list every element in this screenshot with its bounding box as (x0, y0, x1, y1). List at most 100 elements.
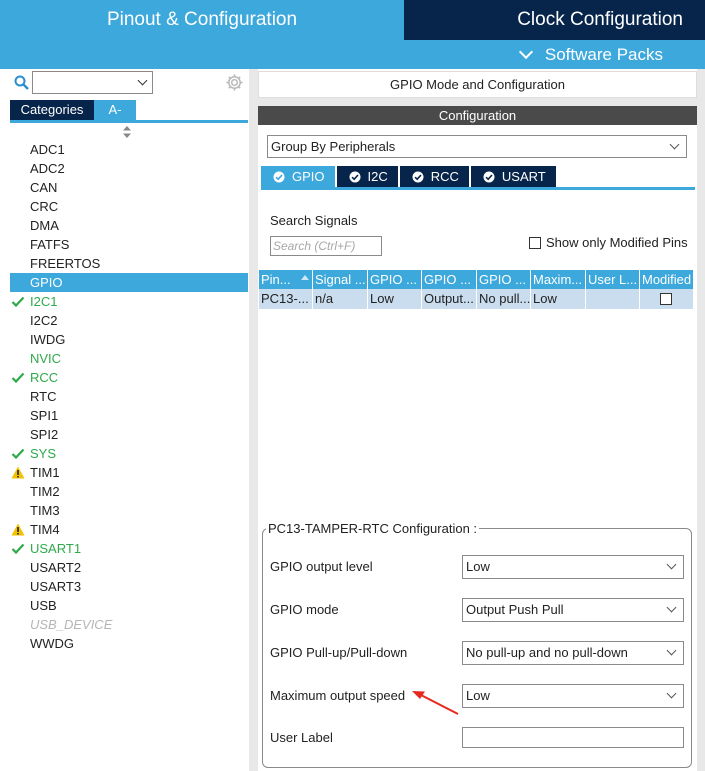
peripheral-item-i2c2[interactable]: I2C2 (10, 311, 248, 330)
sort-icon[interactable] (123, 126, 131, 138)
group-by-select[interactable]: Group By Peripherals (267, 135, 687, 158)
peripheral-item-usb-device: USB_DEVICE (10, 615, 248, 634)
peripheral-item-adc2[interactable]: ADC2 (10, 159, 248, 178)
mode-config-header: GPIO Mode and Configuration (258, 71, 697, 98)
peripheral-item-i2c1[interactable]: I2C1 (10, 292, 248, 311)
tab-pinout-configuration[interactable]: Pinout & Configuration (0, 0, 404, 40)
tab-clock-configuration[interactable]: Clock Configuration (404, 0, 705, 40)
software-packs-menu[interactable]: Software Packs (518, 40, 663, 69)
peripheral-item-tim3[interactable]: TIM3 (10, 501, 248, 520)
tab-pinout-label: Pinout & Configuration (106, 9, 298, 30)
search-icon[interactable] (14, 75, 29, 90)
peripheral-item-tim2[interactable]: TIM2 (10, 482, 248, 501)
peripheral-item-usart1[interactable]: USART1 (10, 539, 248, 558)
cell-pull: No pull... (477, 289, 531, 309)
col-header-gpio-mode[interactable]: GPIO ... (422, 270, 477, 289)
peripheral-label: USART1 (30, 541, 82, 556)
tab-categories[interactable]: Categories (10, 100, 94, 120)
peripheral-label: TIM1 (30, 465, 60, 480)
warning-icon (11, 466, 25, 479)
panel-splitter[interactable] (249, 69, 258, 771)
tab-a-to-z[interactable]: A->Z (94, 100, 136, 137)
peripheral-item-rcc[interactable]: RCC (10, 368, 248, 387)
peripheral-item-spi1[interactable]: SPI1 (10, 406, 248, 425)
col-header-signal[interactable]: Signal ... (313, 270, 368, 289)
software-packs-label: Software Packs (544, 44, 663, 64)
warning-icon (11, 523, 25, 536)
gpio-pull-label: GPIO Pull-up/Pull-down (270, 645, 408, 660)
show-modified-checkbox[interactable] (529, 237, 541, 249)
gear-icon[interactable] (225, 73, 244, 92)
gpio-output-level-label: GPIO output level (270, 559, 373, 574)
peripheral-item-iwdg[interactable]: IWDG (10, 330, 248, 349)
check-circle-icon (349, 171, 361, 182)
peripheral-item-freertos[interactable]: FREERTOS (10, 254, 248, 273)
peripheral-list: ADC1 ADC2 CAN CRC DMA FATFS FREERTOS GPIO I2C1 I2… (10, 140, 248, 653)
table-row[interactable]: PC13-... n/a Low Output... No pull... Lo… (259, 289, 693, 309)
col-header-gpio-pull[interactable]: GPIO ... (477, 270, 531, 289)
user-label-input[interactable] (462, 727, 684, 748)
config-tab-usart[interactable]: USART (470, 166, 556, 187)
peripheral-item-usart3[interactable]: USART3 (10, 577, 248, 596)
peripheral-label: WWDG (30, 636, 75, 651)
peripheral-label: IWDG (30, 332, 66, 347)
peripheral-search-combo[interactable] (32, 71, 153, 94)
config-tab-gpio[interactable]: GPIO (261, 166, 335, 187)
tab-underline (10, 120, 248, 123)
peripheral-item-usart2[interactable]: USART2 (10, 558, 248, 577)
user-label-label: User Label (270, 730, 333, 745)
col-header-modified[interactable]: Modified (640, 270, 693, 289)
gpio-pull-select[interactable]: No pull-up and no pull-down (462, 641, 684, 665)
category-tabs: Categories A->Z (10, 100, 136, 137)
chevron-down-icon (666, 645, 677, 656)
tab-clock-label: Clock Configuration (517, 9, 683, 30)
peripheral-item-sys[interactable]: SYS (10, 444, 248, 463)
peripheral-item-tim4[interactable]: TIM4 (10, 520, 248, 539)
chevron-down-icon (518, 44, 533, 60)
col-header-pin[interactable]: Pin... (259, 270, 313, 289)
peripheral-item-fatfs[interactable]: FATFS (10, 235, 248, 254)
peripheral-label: TIM2 (30, 484, 60, 499)
peripheral-item-adc1[interactable]: ADC1 (10, 140, 248, 159)
peripheral-item-wwdg[interactable]: WWDG (10, 634, 248, 653)
chevron-down-icon (666, 559, 677, 570)
gpio-mode-select[interactable]: Output Push Pull (462, 598, 684, 622)
peripheral-item-tim1[interactable]: TIM1 (10, 463, 248, 482)
peripheral-item-crc[interactable]: CRC (10, 197, 248, 216)
peripheral-label: I2C2 (30, 313, 58, 328)
right-scroll-edge (697, 69, 705, 771)
peripheral-config-tabs: GPIO I2C RCC USART (261, 166, 558, 187)
config-tab-i2c[interactable]: I2C (336, 166, 398, 187)
peripheral-label: TIM4 (30, 522, 60, 537)
gpio-output-level-select[interactable]: Low (462, 555, 684, 579)
peripheral-item-nvic[interactable]: NVIC (10, 349, 248, 368)
gpio-table: Pin... Signal ... GPIO ... GPIO ... GPIO… (259, 270, 693, 309)
peripheral-item-can[interactable]: CAN (10, 178, 248, 197)
peripheral-label: SPI1 (30, 408, 59, 423)
configuration-header: Configuration (258, 106, 697, 125)
peripheral-item-dma[interactable]: DMA (10, 216, 248, 235)
peripheral-item-gpio[interactable]: GPIO (10, 273, 248, 292)
config-tab-rcc[interactable]: RCC (399, 166, 469, 187)
peripheral-item-rtc[interactable]: RTC (10, 387, 248, 406)
peripheral-label: USB (30, 598, 57, 613)
max-output-speed-label: Maximum output speed (270, 688, 406, 703)
peripheral-label: USART2 (30, 560, 82, 575)
col-header-user-label[interactable]: User L... (586, 270, 640, 289)
search-signals-input[interactable]: Search (Ctrl+F) (270, 236, 382, 256)
cell-modified (640, 289, 693, 309)
col-header-max-speed[interactable]: Maxim... (531, 270, 586, 289)
chevron-down-icon (666, 688, 677, 699)
check-circle-icon (483, 171, 495, 182)
col-header-pin-label: Pin... (261, 272, 291, 287)
modified-checkbox[interactable] (660, 293, 672, 305)
config-tab-label: RCC (430, 169, 459, 184)
panel-gap (258, 98, 697, 106)
col-header-gpio-output-level[interactable]: GPIO ... (368, 270, 422, 289)
gpio-mode-label: GPIO mode (270, 602, 339, 617)
peripheral-item-spi2[interactable]: SPI2 (10, 425, 248, 444)
pin-config-title: PC13-TAMPER-RTC Configuration : (266, 521, 480, 536)
peripheral-item-usb[interactable]: USB (10, 596, 248, 615)
peripheral-label: FATFS (30, 237, 70, 252)
max-output-speed-select[interactable]: Low (462, 684, 684, 708)
